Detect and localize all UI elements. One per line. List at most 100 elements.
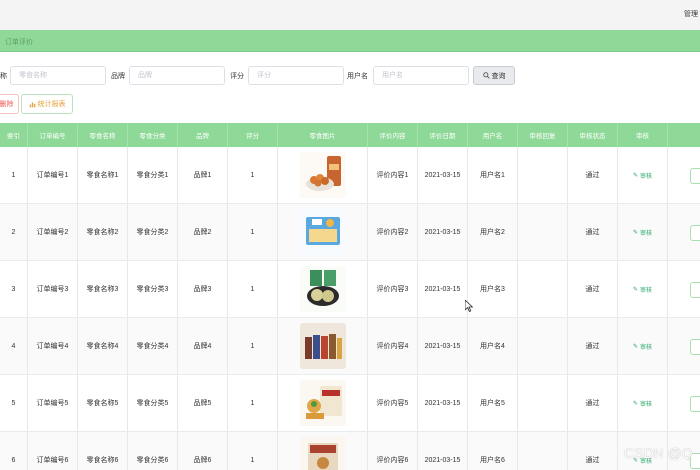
cell-brand: 品牌6 [178,432,228,470]
chart-icon [29,101,35,107]
brand-input[interactable] [129,66,225,85]
review-link-label: 审核 [640,173,653,180]
cell-index: 3 [0,261,28,317]
score-label: 评分 [230,73,244,80]
review-link[interactable]: ✎ 审核 [633,228,652,237]
cell-audit-status: 通过 [568,147,618,203]
header-index[interactable]: 索引 [0,123,28,147]
header-review-date[interactable]: 评价日期 [418,123,468,147]
row-action-button[interactable] [690,282,700,298]
watermark: CSDN @Q [624,445,693,461]
review-link[interactable]: ✎ 审核 [633,342,652,351]
edit-icon: ✎ [632,286,638,293]
cell-score: 1 [228,432,278,470]
cell-audit-status: 通过 [568,318,618,374]
header-audit-status[interactable]: 审核状态 [568,123,618,147]
cell-snack-name: 零食名称4 [78,318,128,374]
header-snack-category[interactable]: 零食分类 [128,123,178,147]
header-review-content[interactable]: 评价内容 [368,123,418,147]
cell-brand: 品牌3 [178,261,228,317]
cell-index: 2 [0,204,28,260]
username-label: 用户名 [347,73,368,80]
snack-photo[interactable] [299,380,346,426]
snack-photo[interactable] [299,152,346,198]
cell-review-content: 评价内容1 [368,147,418,203]
delete-button[interactable]: 删除 [0,94,19,114]
score-input[interactable] [248,66,344,85]
header-order-number[interactable]: 订单编号 [28,123,78,147]
snack-photo[interactable] [299,266,346,312]
cell-snack-category: 零食分类6 [128,432,178,470]
cell-review-content: 评价内容3 [368,261,418,317]
review-link[interactable]: ✎ 审核 [633,285,652,294]
cell-snack-image [278,204,368,260]
cell-snack-image [278,375,368,431]
header-brand[interactable]: 品牌 [178,123,228,147]
cell-review-date: 2021-03-15 [418,375,468,431]
header-audit-reply[interactable]: 审核回复 [518,123,568,147]
row-action-button[interactable] [690,396,700,412]
review-link-label: 审核 [640,287,653,294]
cell-order-number: 订单编号1 [28,147,78,203]
stat-report-button[interactable]: 统计报表 [21,94,73,114]
cell-snack-name: 零食名称3 [78,261,128,317]
cell-order-number: 订单编号6 [28,432,78,470]
cell-snack-image [278,432,368,470]
row-action-button[interactable] [690,225,700,241]
cell-brand: 品牌1 [178,147,228,203]
cell-audit-reply [518,147,568,203]
cell-audit: ✎ 审核 [618,147,668,203]
top-bar: 管理 [0,0,700,30]
mouse-cursor-icon [465,300,473,312]
snack-name-input[interactable] [10,66,106,85]
breadcrumb-label[interactable]: 订单评价 [5,37,33,47]
cell-snack-category: 零食分类2 [128,204,178,260]
query-button[interactable]: 查询 [473,66,515,85]
header-score[interactable]: 评分 [228,123,278,147]
cell-audit-reply [518,261,568,317]
username-input[interactable] [373,66,469,85]
cell-brand: 品牌4 [178,318,228,374]
header-username[interactable]: 用户名 [468,123,518,147]
admin-label[interactable]: 管理 [684,9,698,19]
cell-order-number: 订单编号5 [28,375,78,431]
delete-button-label: 删除 [0,101,14,108]
snack-photo[interactable] [299,437,346,470]
snack-photo[interactable] [299,209,346,255]
cell-snack-name: 零食名称2 [78,204,128,260]
row-action-button[interactable] [690,168,700,184]
table-header-row: 索引 订单编号 零食名称 零食分类 品牌 评分 零食图片 评价内容 评价日期 用… [0,123,700,147]
table-row: 5 订单编号5 零食名称5 零食分类5 品牌5 1 评价内容5 2021-03-… [0,375,700,432]
cell-snack-image [278,318,368,374]
snack-photo[interactable] [299,323,346,369]
cell-audit-status: 通过 [568,432,618,470]
review-link[interactable]: ✎ 审核 [633,171,652,180]
review-link[interactable]: ✎ 审核 [633,399,652,408]
brand-label: 品牌 [111,73,125,80]
cell-review-content: 评价内容4 [368,318,418,374]
search-icon [482,72,490,79]
breadcrumb: 订单评价 [0,30,700,52]
row-action-button[interactable] [690,339,700,355]
cell-score: 1 [228,204,278,260]
cell-snack-category: 零食分类5 [128,375,178,431]
edit-icon: ✎ [632,229,638,236]
review-link-label: 审核 [640,401,653,408]
header-operations [668,123,700,147]
cell-review-date: 2021-03-15 [418,318,468,374]
snack-name-label: 称 [0,73,7,80]
cell-brand: 品牌5 [178,375,228,431]
cell-brand: 品牌2 [178,204,228,260]
header-audit[interactable]: 审核 [618,123,668,147]
cell-order-number: 订单编号3 [28,261,78,317]
edit-icon: ✎ [632,172,638,179]
cell-audit-reply [518,432,568,470]
cell-review-content: 评价内容6 [368,432,418,470]
cell-username: 用户名1 [468,147,518,203]
cell-snack-name: 零食名称1 [78,147,128,203]
header-snack-name[interactable]: 零食名称 [78,123,128,147]
cell-review-date: 2021-03-15 [418,261,468,317]
cell-order-number: 订单编号2 [28,204,78,260]
cell-index: 6 [0,432,28,470]
header-snack-image[interactable]: 零食图片 [278,123,368,147]
